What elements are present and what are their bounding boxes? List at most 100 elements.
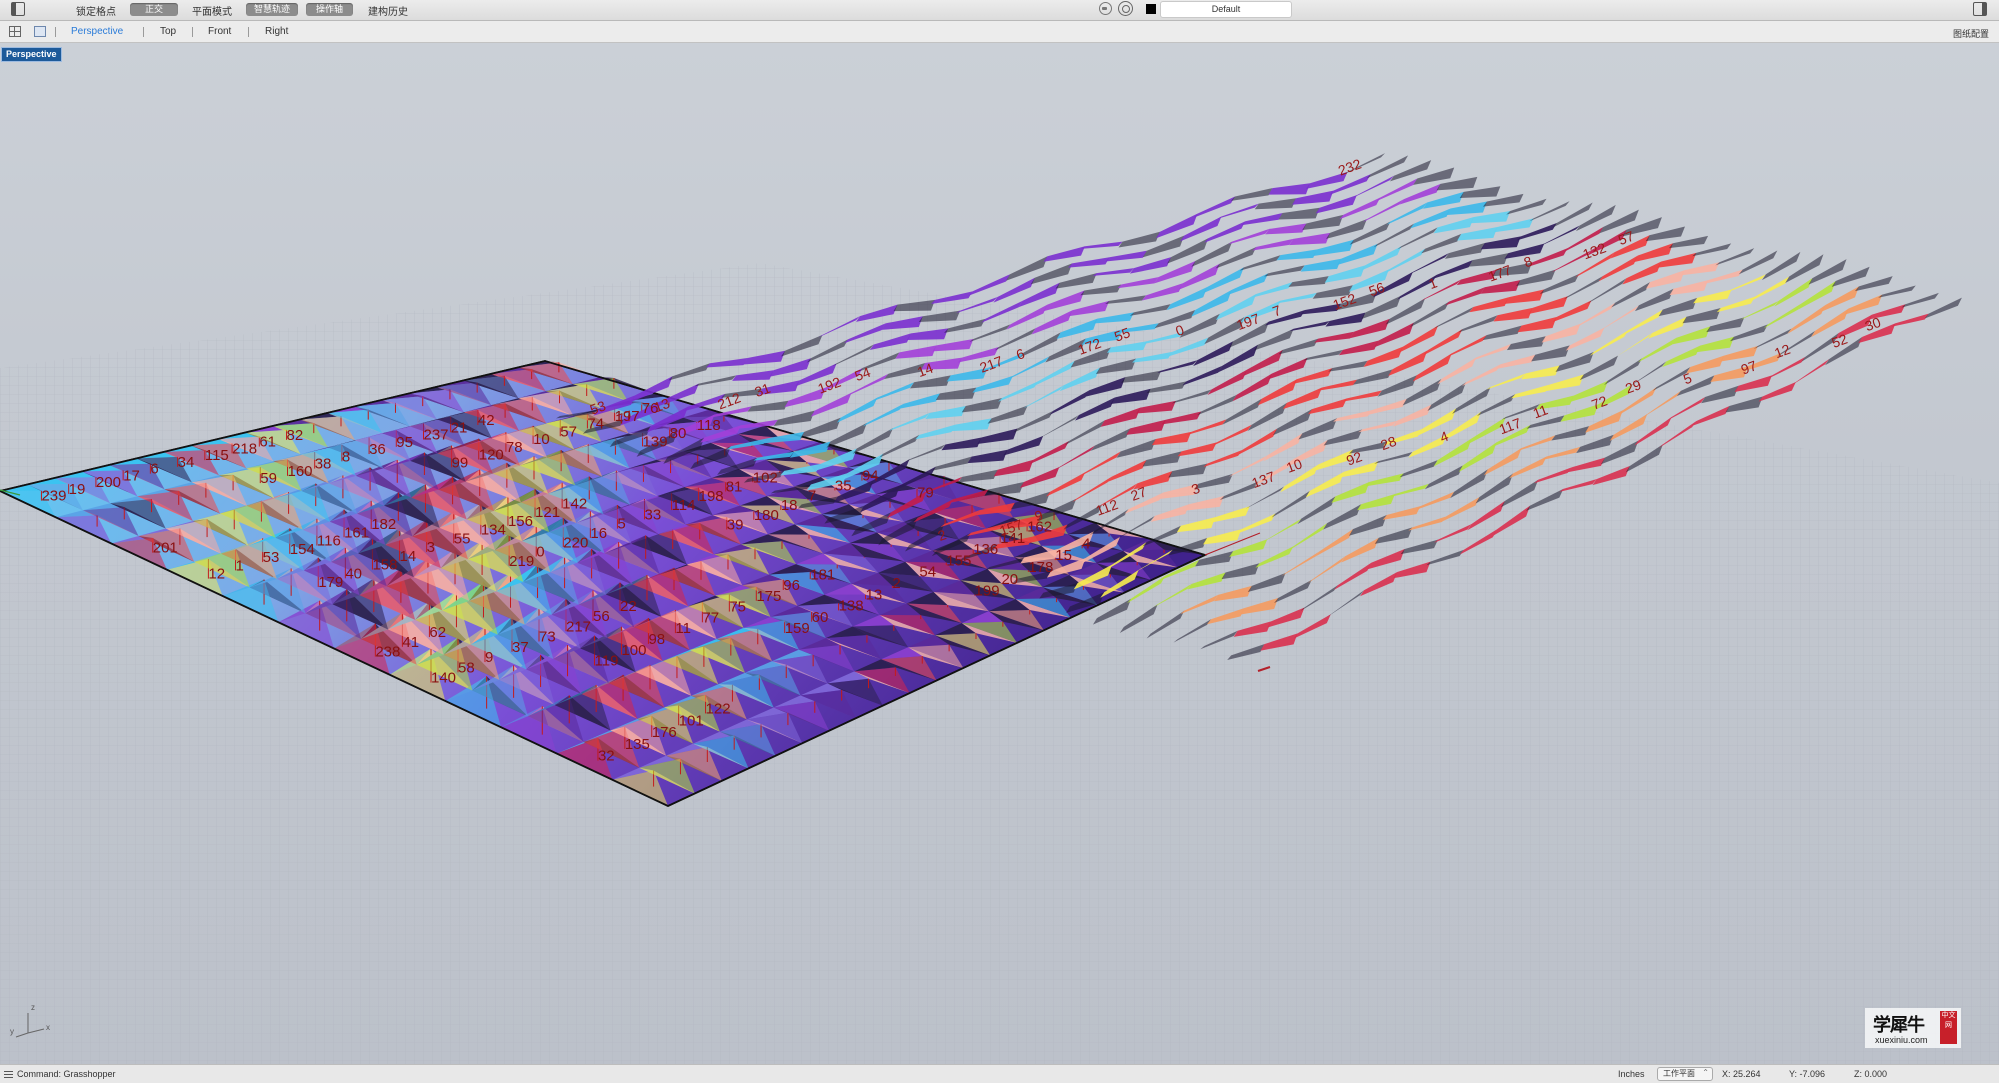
surface-index-label: 35 <box>835 478 852 495</box>
strip-panel <box>1638 337 1677 363</box>
strip-panel <box>1521 365 1560 380</box>
strip-panel <box>1854 276 1893 292</box>
strip-panel <box>1680 262 1720 276</box>
planar-toggle[interactable]: 平面模式 <box>192 3 232 18</box>
surface-index-label: 156 <box>508 513 533 530</box>
strip-panel <box>1701 385 1739 404</box>
strip-panel <box>1288 276 1329 287</box>
watermark-logo: 学犀牛 中文网 xuexiniu.com <box>1865 1008 1961 1048</box>
strip-panel <box>1444 242 1485 259</box>
viewport-tab-bar: Perspective Top Front Right 图纸配置 <box>0 21 1999 43</box>
surface-index-label: 138 <box>839 598 864 615</box>
surface-index-label: 135 <box>625 736 650 753</box>
surface-index-label: 201 <box>153 540 178 557</box>
strip-index-label: 7 <box>1270 302 1283 320</box>
layout-config-button[interactable]: 图纸配置 <box>1953 27 1989 40</box>
surface-index-label: 78 <box>506 439 523 456</box>
surface-index-label: 122 <box>706 701 731 718</box>
surface-index-label: 102 <box>753 469 778 486</box>
surface-index-label: 96 <box>783 577 800 594</box>
tab-divider <box>248 27 249 37</box>
world-axis-icon: z x y <box>10 1003 54 1039</box>
surface-index-label: 39 <box>727 517 744 534</box>
tab-divider <box>143 27 144 37</box>
gumball-toggle[interactable]: 操作轴 <box>306 3 353 16</box>
perspective-viewport[interactable]: 239 219 199 179 159 139 119 99 79 59 39 19 0 20 40 60 80… <box>0 43 1999 1064</box>
strip-panel <box>1704 269 1743 284</box>
record-history-icon[interactable] <box>1118 1 1133 16</box>
four-viewport-layout-icon[interactable] <box>9 26 21 37</box>
surface-index-label: 100 <box>621 642 646 659</box>
left-sidebar-toggle-icon[interactable] <box>11 2 25 16</box>
strip-panel <box>1662 345 1701 367</box>
layer-select[interactable]: Default <box>1160 1 1292 18</box>
strip-panel <box>1686 355 1725 374</box>
surface-index-label: 140 <box>431 670 456 687</box>
surface-index-label: 237 <box>424 427 449 444</box>
tab-right[interactable]: Right <box>265 26 288 37</box>
ortho-toggle[interactable]: 正交 <box>130 3 178 16</box>
layer-color-swatch[interactable] <box>1146 4 1156 14</box>
strip-panel <box>1276 292 1317 304</box>
strip-panel <box>1129 304 1171 316</box>
surface-index-label: 238 <box>375 644 400 661</box>
surface-index-label: 37 <box>512 639 529 656</box>
surface-index-label: 178 <box>1028 559 1053 576</box>
surface-index-label: 136 <box>973 541 998 558</box>
strip-panel <box>1278 207 1320 220</box>
surface-index-label: 54 <box>919 564 936 581</box>
grid-snap-toggle[interactable]: 锁定格点 <box>76 3 116 18</box>
surface-index-label: 12 <box>208 566 225 583</box>
single-viewport-layout-icon[interactable] <box>34 26 46 37</box>
surface-index-label: 36 <box>369 441 386 458</box>
surface-index-label: 198 <box>699 488 724 505</box>
surface-index-label: 217 <box>566 618 591 635</box>
watermark-title: 学犀牛 <box>1873 1015 1925 1036</box>
surface-index-label: 218 <box>232 440 257 457</box>
viewport-title[interactable]: Perspective <box>1 47 62 62</box>
strip-panel <box>1706 317 1745 333</box>
history-toggle[interactable]: 建构历史 <box>368 3 408 18</box>
strip-panel <box>1734 375 1772 392</box>
strip-panel <box>1446 201 1487 216</box>
surface-index-label: 239 <box>41 488 66 505</box>
strip-panel <box>1092 268 1134 276</box>
strip-panel <box>1241 213 1283 226</box>
tab-perspective[interactable]: Perspective <box>71 26 123 37</box>
strip-panel <box>1457 226 1498 241</box>
tab-top[interactable]: Top <box>160 26 176 37</box>
surface-index-label: 159 <box>785 620 810 637</box>
cplane-select[interactable]: 工作平面 <box>1657 1067 1713 1081</box>
strip-panel <box>1667 397 1706 421</box>
rhino-window: 锁定格点 正交 平面模式 智慧轨迹 操作轴 建构历史 Default Persp… <box>0 0 1999 1083</box>
strip-panel <box>1265 309 1306 326</box>
right-sidebar-toggle-icon[interactable] <box>1973 2 1987 16</box>
strip-panel <box>1325 312 1366 327</box>
surface-index-label: 121 <box>535 504 560 521</box>
status-bar: Command: Grasshopper Inches 工作平面 X: 25.2… <box>0 1064 1999 1083</box>
surface-index-label: 74 <box>587 416 604 433</box>
osnap-toggle-icon[interactable] <box>1099 2 1112 15</box>
scene-canvas[interactable]: 2392191991791591391199979593919020406080… <box>0 43 1999 1064</box>
strip-panel <box>1421 233 1462 254</box>
surface-index-label: 119 <box>595 653 619 670</box>
tab-divider <box>55 27 56 37</box>
strip-panel <box>1682 308 1721 324</box>
strip-panel <box>1648 316 1687 339</box>
command-history-icon[interactable] <box>4 1071 13 1078</box>
strip-panel <box>1715 248 1755 266</box>
coord-y: Y: -7.096 <box>1789 1069 1826 1079</box>
strip-panel <box>1493 307 1533 322</box>
surface-index-label: 142 <box>562 495 587 512</box>
units-display[interactable]: Inches <box>1618 1069 1645 1079</box>
strip-panel <box>1117 277 1159 289</box>
surface-index-label: 53 <box>263 549 280 566</box>
surface-index-label: 101 <box>679 712 704 729</box>
tab-front[interactable]: Front <box>208 26 231 37</box>
surface-index-label: 22 <box>620 598 637 615</box>
command-line[interactable]: Command: Grasshopper <box>17 1069 116 1079</box>
strip-panel <box>1276 249 1318 261</box>
smart-track-toggle[interactable]: 智慧轨迹 <box>246 3 298 16</box>
strip-panel <box>1511 384 1550 399</box>
strip-panel <box>1901 292 1939 308</box>
